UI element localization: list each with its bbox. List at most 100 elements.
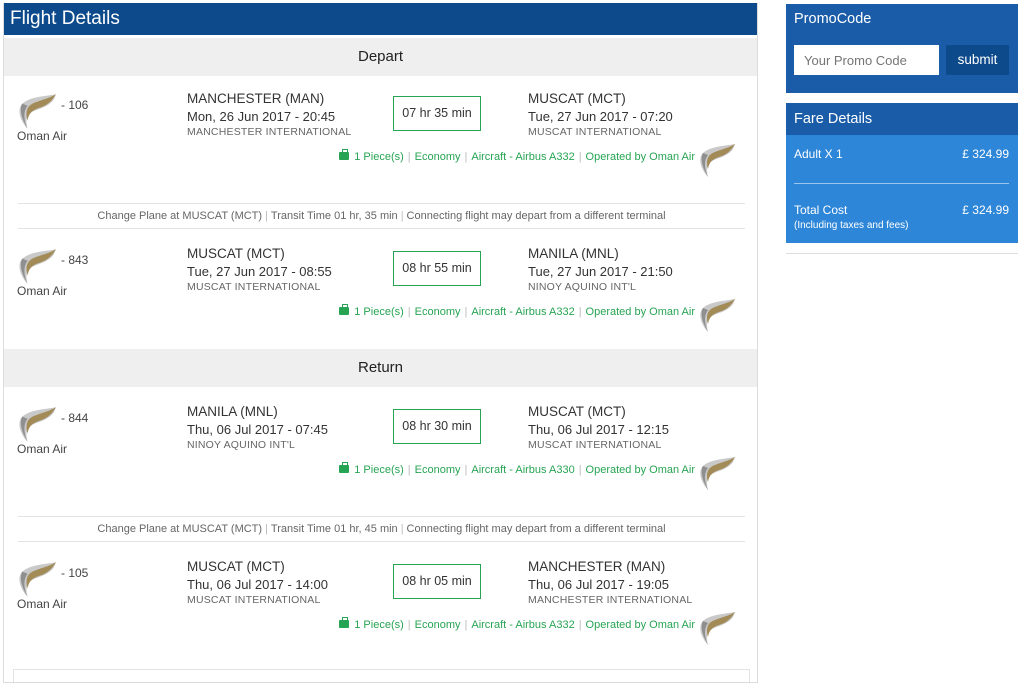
airline-name: Oman Air (17, 442, 68, 456)
submit-button[interactable]: submit (946, 45, 1009, 75)
briefcase-icon (339, 462, 350, 473)
departure-info: MUSCAT (MCT) Thu, 06 Jul 2017 - 14:00 MU… (187, 558, 328, 607)
oman-air-logo-icon (16, 245, 58, 287)
return-header: Return (4, 349, 757, 387)
page-title: Flight Details (4, 3, 757, 35)
arrival-datetime: Thu, 06 Jul 2017 - 12:15 (528, 422, 669, 437)
change-plane: Change Plane at MUSCAT (MCT) (97, 210, 263, 222)
departure-datetime: Thu, 06 Jul 2017 - 07:45 (187, 422, 328, 437)
total-note: (Including taxes and fees) (794, 220, 909, 231)
arrival-city: MUSCAT (MCT) (528, 91, 626, 106)
departure-info: MUSCAT (MCT) Tue, 27 Jun 2017 - 08:55 MU… (187, 245, 332, 294)
arrival-datetime: Thu, 06 Jul 2017 - 19:05 (528, 577, 669, 592)
aircraft-type: Aircraft - Airbus A332 (471, 306, 575, 318)
briefcase-icon (339, 304, 350, 315)
baggage-allowance: 1 Piece(s) (354, 464, 404, 476)
departure-info: MANCHESTER (MAN) Mon, 26 Jun 2017 - 20:4… (187, 90, 351, 139)
depart-header: Depart (4, 38, 757, 76)
adult-label: Adult X 1 (794, 147, 843, 161)
arrival-airport: NINOY AQUINO INT'L (528, 281, 637, 293)
departure-datetime: Mon, 26 Jun 2017 - 20:45 (187, 109, 336, 124)
aircraft-type: Aircraft - Airbus A332 (471, 151, 575, 163)
flight-number: - 843 (61, 253, 89, 267)
arrival-airport: MANCHESTER INTERNATIONAL (528, 594, 693, 606)
oman-air-logo-icon (16, 90, 58, 132)
baggage-allowance: 1 Piece(s) (354, 619, 404, 631)
departure-city: MANCHESTER (MAN) (187, 91, 325, 106)
flight-segment: - 844 Oman Air MANILA (MNL) Thu, 06 Jul … (4, 403, 757, 503)
arrival-info: MANILA (MNL) Tue, 27 Jun 2017 - 21:50 NI… (528, 245, 673, 294)
transit-info: Change Plane at MUSCAT (MCT) | Transit Tim… (18, 516, 745, 542)
aircraft-type: Aircraft - Airbus A330 (471, 464, 575, 476)
arrival-city: MUSCAT (MCT) (528, 404, 626, 419)
adult-value: £ 324.99 (962, 147, 1009, 161)
flight-info-line: 1 Piece(s) | Economy | Aircraft - Airbus A33… (339, 462, 697, 476)
baggage-allowance: 1 Piece(s) (354, 151, 404, 163)
departure-airport: MUSCAT INTERNATIONAL (187, 281, 321, 293)
cabin-class: Economy (414, 151, 461, 163)
cabin-class: Economy (414, 619, 461, 631)
operated-by: Operated by Oman Air (585, 619, 695, 631)
promo-title: PromoCode (794, 11, 872, 27)
departure-airport: MUSCAT INTERNATIONAL (187, 594, 321, 606)
flight-info-line: 1 Piece(s) | Economy | Aircraft - Airbus A33… (339, 304, 697, 318)
flight-info-line: 1 Piece(s) | Economy | Aircraft - Airbus A33… (339, 617, 697, 631)
divider (794, 183, 1009, 184)
airline-name: Oman Air (17, 284, 68, 298)
operator-logo-icon (697, 140, 737, 180)
baggage-allowance: 1 Piece(s) (354, 306, 404, 318)
operated-by: Operated by Oman Air (585, 151, 695, 163)
arrival-datetime: Tue, 27 Jun 2017 - 07:20 (528, 109, 673, 124)
departure-airport: NINOY AQUINO INT'L (187, 439, 296, 451)
departure-info: MANILA (MNL) Thu, 06 Jul 2017 - 07:45 NI… (187, 403, 328, 452)
flight-info-line: 1 Piece(s) | Economy | Aircraft - Airbus A33… (339, 149, 697, 163)
arrival-airport: MUSCAT INTERNATIONAL (528, 439, 662, 451)
departure-datetime: Tue, 27 Jun 2017 - 08:55 (187, 264, 332, 279)
duration-box: 08 hr 30 min (393, 409, 481, 444)
promo-code-panel: PromoCode submit (786, 4, 1018, 93)
briefcase-icon (339, 617, 350, 628)
terminal-note: Connecting flight may depart from a diff… (406, 210, 666, 222)
flight-number: - 105 (61, 566, 89, 580)
panel-footer (13, 669, 750, 682)
departure-city: MUSCAT (MCT) (187, 559, 285, 574)
transit-time: Transit Time 01 hr, 35 min (270, 210, 398, 222)
oman-air-logo-icon (16, 558, 58, 600)
promo-code-input[interactable] (794, 45, 939, 75)
arrival-airport: MUSCAT INTERNATIONAL (528, 126, 662, 138)
duration-box: 08 hr 05 min (393, 564, 481, 599)
operator-logo-icon (697, 295, 737, 335)
flight-number: - 844 (61, 411, 89, 425)
arrival-city: MANILA (MNL) (528, 246, 619, 261)
flight-details-panel: Flight Details Depart - 106 Oman Air MAN… (3, 3, 758, 683)
arrival-info: MUSCAT (MCT) Tue, 27 Jun 2017 - 07:20 MU… (528, 90, 673, 139)
total-value: £ 324.99 (962, 203, 1009, 217)
operated-by: Operated by Oman Air (585, 306, 695, 318)
fare-title: Fare Details (786, 103, 1018, 135)
transit-time: Transit Time 01 hr, 45 min (270, 523, 398, 535)
total-cost-row: Total Cost (Including taxes and fees) £ … (794, 203, 1009, 231)
duration-box: 07 hr 35 min (393, 96, 481, 131)
arrival-datetime: Tue, 27 Jun 2017 - 21:50 (528, 264, 673, 279)
departure-airport: MANCHESTER INTERNATIONAL (187, 126, 352, 138)
flight-segment: - 105 Oman Air MUSCAT (MCT) Thu, 06 Jul … (4, 558, 757, 658)
duration-box: 08 hr 55 min (393, 251, 481, 286)
fare-details-panel: Fare Details Adult X 1 £ 324.99 Total Co… (786, 103, 1018, 243)
operated-by: Operated by Oman Air (585, 464, 695, 476)
operator-logo-icon (697, 608, 737, 648)
cabin-class: Economy (414, 306, 461, 318)
oman-air-logo-icon (16, 403, 58, 445)
aircraft-type: Aircraft - Airbus A332 (471, 619, 575, 631)
transit-info: Change Plane at MUSCAT (MCT) | Transit Tim… (18, 203, 745, 229)
flight-number: - 106 (61, 98, 89, 112)
sidebar-divider (786, 253, 1018, 254)
flight-segment: - 843 Oman Air MUSCAT (MCT) Tue, 27 Jun … (4, 245, 757, 345)
terminal-note: Connecting flight may depart from a diff… (406, 523, 666, 535)
adult-fare-row: Adult X 1 £ 324.99 (794, 147, 1009, 161)
departure-datetime: Thu, 06 Jul 2017 - 14:00 (187, 577, 328, 592)
operator-logo-icon (697, 453, 737, 493)
departure-city: MUSCAT (MCT) (187, 246, 285, 261)
arrival-city: MANCHESTER (MAN) (528, 559, 666, 574)
arrival-info: MANCHESTER (MAN) Thu, 06 Jul 2017 - 19:0… (528, 558, 692, 607)
cabin-class: Economy (414, 464, 461, 476)
